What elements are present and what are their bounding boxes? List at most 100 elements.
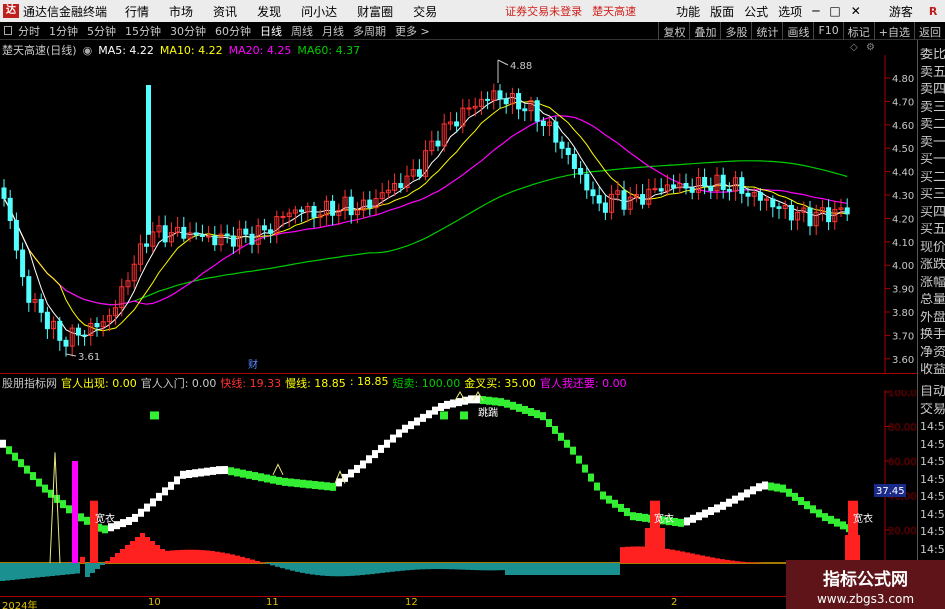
minimize-button[interactable]: ─ [812, 4, 819, 18]
btn-huaxian[interactable]: 画线 [782, 22, 813, 40]
histogram-bar [35, 563, 40, 578]
menu-bar: 达 通达信金融终端 行情 市场 资讯 发现 问小达 财富圈 交易 证券交易未登录… [0, 0, 945, 22]
candle-body [398, 183, 404, 188]
diamond-icon[interactable]: ◇ [850, 42, 858, 53]
indicator-e: : 18.85 [349, 375, 389, 388]
candle-body [63, 339, 69, 347]
maximize-button[interactable]: □ [829, 4, 840, 18]
histogram-bar [280, 563, 285, 569]
candle-body [571, 153, 577, 169]
menu-hangqing[interactable]: 行情 [125, 3, 149, 20]
histogram-bar [520, 563, 525, 575]
menu-shichang[interactable]: 市场 [169, 3, 193, 20]
candle-body [181, 226, 187, 239]
candle-body [559, 141, 565, 149]
finance-marker[interactable]: 财 [248, 358, 258, 371]
btn-f10[interactable]: F10 [813, 22, 842, 40]
btn-fuquan[interactable]: 复权 [658, 22, 689, 40]
menu-jiaoyi[interactable]: 交易 [413, 3, 437, 20]
band-block [216, 466, 222, 475]
menu-gongneng[interactable]: 功能 [676, 3, 700, 20]
histogram-bar [465, 563, 470, 570]
histogram-bar [65, 563, 70, 575]
tab-multi-period[interactable]: 多周期 [353, 23, 386, 39]
band-block [744, 489, 750, 498]
price-tick-label: 4.40 [892, 168, 914, 179]
side-panel-label: 外盘 [920, 310, 945, 325]
indicator-chart[interactable]: 100.080.0060.0040.0020.00 37.45 宽衣 宽衣 宽衣… [0, 390, 917, 596]
date-label-2024: 2024年 [2, 601, 38, 609]
histogram-bar [300, 563, 305, 573]
tab-1min[interactable]: 1分钟 [49, 23, 78, 39]
tab-30min[interactable]: 30分钟 [170, 23, 206, 39]
menu-wenxiaoda[interactable]: 问小达 [301, 3, 337, 20]
side-panel-time: 14:56 [920, 507, 945, 521]
date-label-10: 10 [148, 597, 161, 608]
histogram-bar [445, 563, 450, 570]
tab-more[interactable]: 更多 > [395, 23, 430, 39]
btn-diejia[interactable]: 叠加 [689, 22, 720, 40]
band-block [270, 475, 276, 484]
histogram-bar [495, 563, 500, 571]
btn-tongji[interactable]: 统计 [751, 22, 782, 40]
price-chart[interactable]: 4.80 4.70 4.60 4.50 4.40 4.30 4.20 4.10 4.00 3.90… [0, 55, 917, 373]
histogram-bar [460, 563, 465, 570]
guest-label[interactable]: 游客 [889, 3, 913, 20]
login-warning[interactable]: 证券交易未登录 [505, 3, 582, 19]
histogram-bar [600, 563, 605, 575]
menu-banmian[interactable]: 版面 [710, 3, 734, 20]
histogram-bar [220, 552, 225, 563]
menu-gongshi[interactable]: 公式 [744, 3, 768, 20]
band-block [204, 467, 210, 476]
band-block [468, 395, 474, 404]
menu-caifuquan[interactable]: 财富圈 [357, 3, 393, 20]
band-block [84, 516, 90, 525]
histogram-bar [595, 563, 600, 575]
settings-icon[interactable]: ⚙ [866, 42, 875, 53]
band-block [756, 483, 762, 492]
histogram-bar [675, 550, 680, 563]
histogram-bar [40, 563, 45, 577]
tab-15min[interactable]: 15分钟 [125, 23, 161, 39]
tab-60min[interactable]: 60分钟 [215, 23, 251, 39]
btn-duogu[interactable]: 多股 [720, 22, 751, 40]
candle-body [826, 207, 832, 223]
indicator-g: 金叉买: 35.00 [464, 377, 536, 390]
btn-add-watchlist[interactable]: +自选 [873, 22, 914, 40]
signal-square [460, 411, 468, 420]
watermark-url: www.zbgs3.com [816, 592, 915, 606]
indicator-name[interactable]: 股朋指标网 [2, 375, 57, 391]
ma10-line [3, 100, 848, 332]
band-block [510, 401, 516, 410]
histogram-bar [545, 563, 550, 575]
band-block [444, 400, 450, 409]
histogram-bar [525, 563, 530, 575]
side-panel-label: 总量 [920, 293, 945, 307]
btn-back[interactable]: 返回 [914, 22, 945, 40]
close-button[interactable]: ✕ [851, 4, 861, 18]
tab-fenshi[interactable]: 分时 [18, 23, 40, 39]
indicator-h: 官人我还要: 0.00 [539, 377, 627, 390]
histogram-bar [230, 554, 235, 563]
menu-zixun[interactable]: 资讯 [213, 3, 237, 20]
panel-toggle-icon[interactable] [4, 26, 12, 35]
histogram-bar [455, 563, 460, 570]
signal-label-mid: 宽衣 [654, 512, 674, 525]
price-tick-label: 4.60 [892, 121, 914, 132]
histogram-bar [625, 546, 630, 563]
candle-body [602, 202, 608, 213]
menu-faxian[interactable]: 发现 [257, 3, 281, 20]
tab-monthly[interactable]: 月线 [322, 23, 344, 39]
histogram-bar [295, 563, 300, 572]
tab-daily[interactable]: 日线 [260, 23, 282, 39]
band-block [498, 398, 504, 407]
menu-xuanxiang[interactable]: 选项 [778, 3, 802, 20]
tab-weekly[interactable]: 周线 [291, 23, 313, 39]
tab-5min[interactable]: 5分钟 [87, 23, 116, 39]
r-icon[interactable]: R [929, 5, 937, 18]
price-tick-label: 4.80 [892, 74, 914, 85]
band-block [720, 501, 726, 510]
candle-body [13, 219, 19, 251]
btn-biaoji[interactable]: 标记 [842, 22, 874, 40]
band-block [300, 479, 306, 488]
